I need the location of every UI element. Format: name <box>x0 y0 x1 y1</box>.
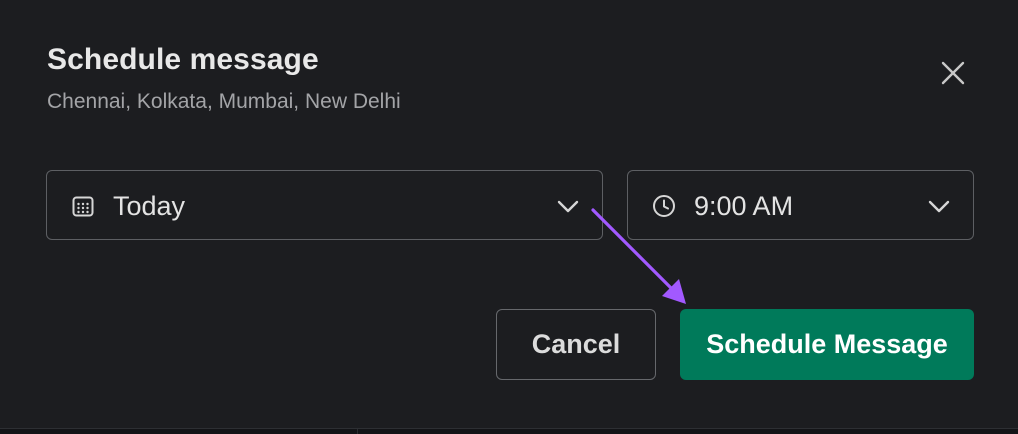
calendar-icon <box>72 196 94 217</box>
dialog-title: Schedule message <box>47 43 319 76</box>
date-select[interactable]: Today <box>46 170 603 240</box>
schedule-message-dialog: Schedule message Chennai, Kolkata, Mumba… <box>0 0 1018 429</box>
background-strip <box>0 429 1018 434</box>
chevron-down-icon <box>557 200 579 213</box>
cancel-button[interactable]: Cancel <box>496 309 656 380</box>
timezone-subtitle: Chennai, Kolkata, Mumbai, New Delhi <box>47 90 401 113</box>
clock-icon <box>653 195 675 217</box>
close-icon <box>941 61 965 85</box>
time-value: 9:00 AM <box>694 191 794 221</box>
time-select[interactable]: 9:00 AM <box>627 170 974 240</box>
schedule-message-button[interactable]: Schedule Message <box>680 309 974 380</box>
date-value: Today <box>113 191 186 221</box>
close-button[interactable] <box>934 54 972 92</box>
divider <box>357 429 358 434</box>
chevron-down-icon <box>928 200 950 213</box>
